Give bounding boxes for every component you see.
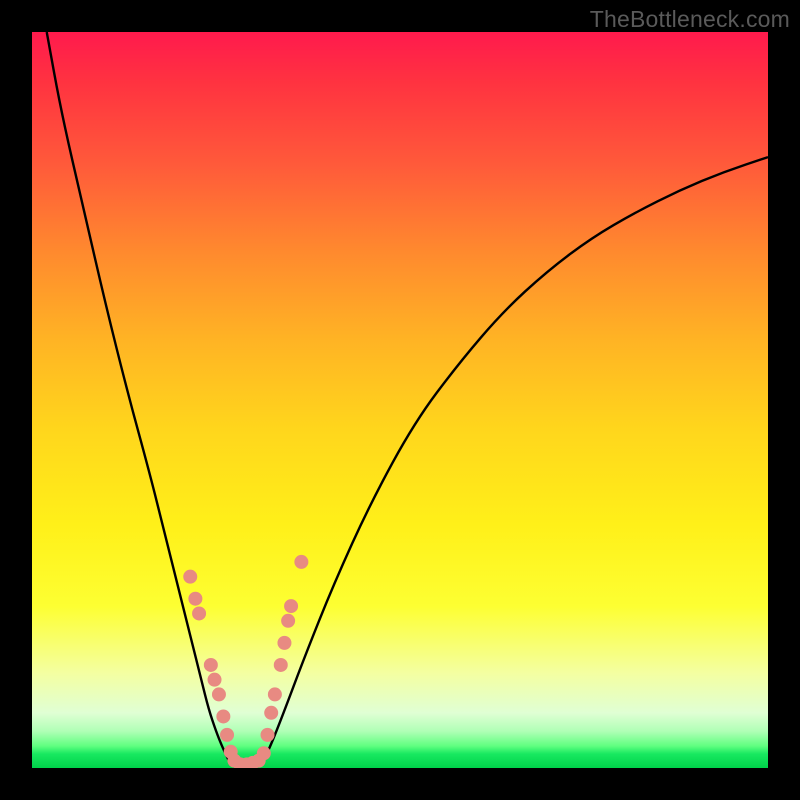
chart-marker [193,607,206,620]
chart-marker [268,688,281,701]
chart-plot-area [32,32,768,768]
watermark-text: TheBottleneck.com [590,6,790,33]
chart-markers [184,555,308,768]
chart-marker [257,747,270,760]
chart-marker [285,600,298,613]
chart-marker [295,555,308,568]
chart-marker [204,658,217,671]
chart-marker [282,614,295,627]
chart-marker [189,592,202,605]
chart-marker [217,710,230,723]
chart-marker [274,658,287,671]
chart-marker [221,728,234,741]
chart-svg [32,32,768,768]
chart-marker [208,673,221,686]
chart-marker [212,688,225,701]
chart-marker [184,570,197,583]
curve-left-branch [47,32,231,764]
chart-frame: TheBottleneck.com [0,0,800,800]
curve-right-branch [260,157,768,764]
chart-marker [265,706,278,719]
chart-marker [261,728,274,741]
chart-marker [278,636,291,649]
